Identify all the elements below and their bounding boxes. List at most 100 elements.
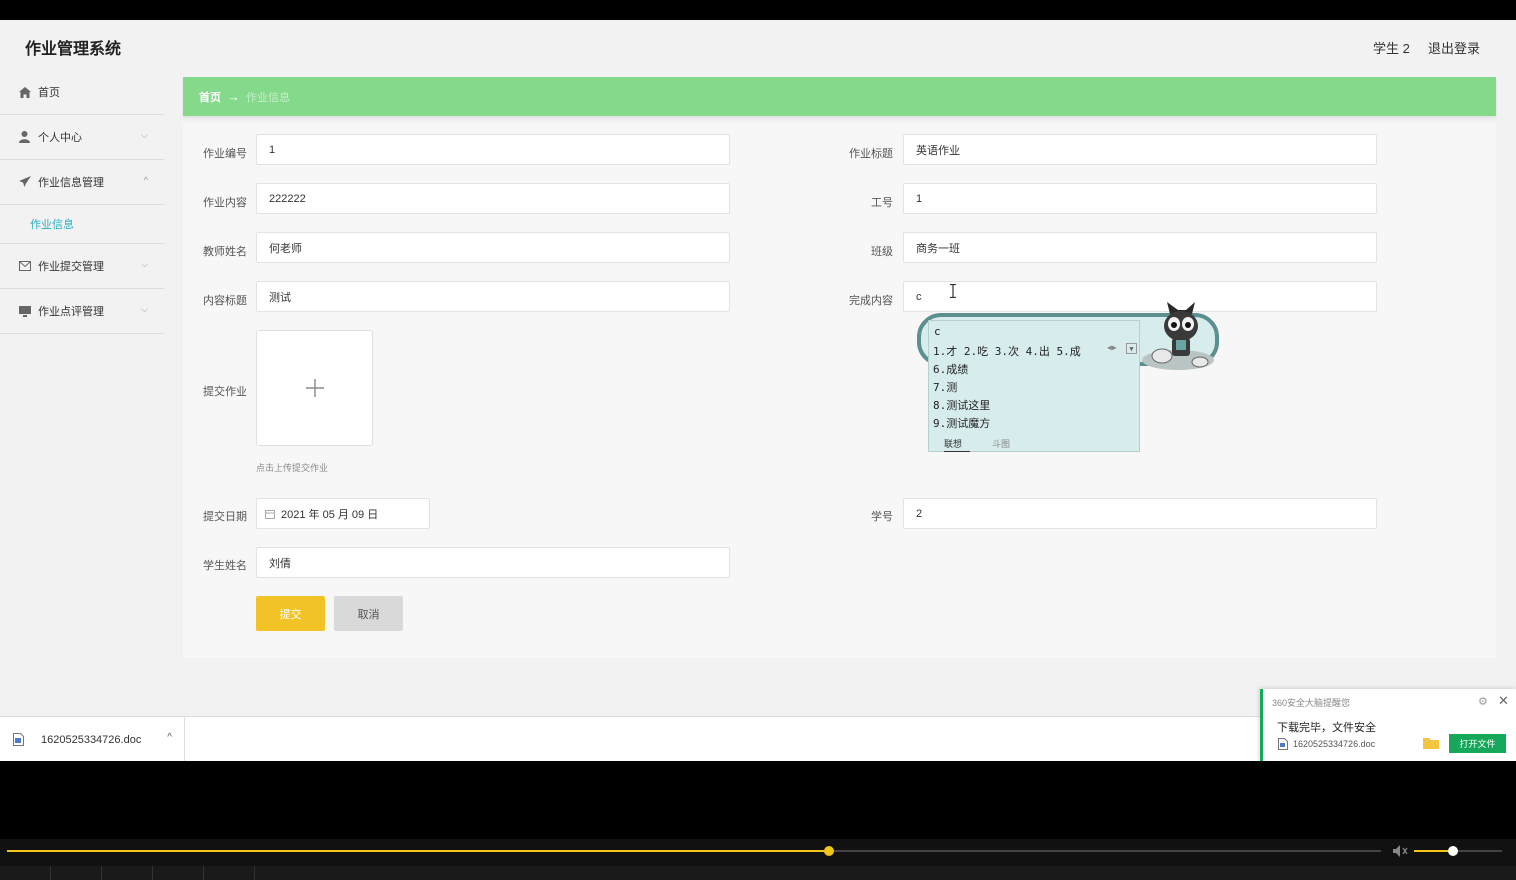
logout-link[interactable]: 退出登录 bbox=[1428, 38, 1480, 57]
submit-date-value: 2021 年 05 月 09 日 bbox=[281, 508, 379, 521]
hw-content-input[interactable]: 222222 bbox=[256, 183, 730, 214]
mail-icon bbox=[18, 260, 31, 273]
chevron-down-icon: ⌵ bbox=[141, 259, 148, 269]
browser-viewport: 作业管理系统 学生 2 退出登录 首页 个人中心 ⌵ 作业信息管理 ^ 作业信息… bbox=[0, 20, 1516, 761]
breadcrumb: 首页 → 作业信息 bbox=[183, 77, 1496, 116]
toolbar-slot[interactable] bbox=[102, 866, 153, 880]
hw-title-input[interactable]: 英语作业 bbox=[903, 134, 1377, 165]
download-filename: 1620525334726.doc bbox=[41, 733, 142, 746]
ime-page-arrows-icon[interactable]: ◀▶ bbox=[1107, 343, 1117, 352]
ime-candidate[interactable]: 6.成绩 bbox=[933, 361, 968, 377]
sidebar-item-submission-mgmt[interactable]: 作业提交管理 ⌵ bbox=[0, 244, 164, 289]
homework-form: 作业编号 1 作业标题 英语作业 作业内容 222222 工号 1 教师姓名 何… bbox=[183, 123, 1496, 658]
hw-no-input[interactable]: 1 bbox=[256, 134, 730, 165]
close-icon[interactable]: ✕ bbox=[1498, 693, 1509, 709]
player-toolbar bbox=[0, 866, 1516, 880]
download-item[interactable]: 1620525334726.doc ^ bbox=[0, 717, 185, 761]
home-icon bbox=[18, 86, 31, 99]
done-content-label: 完成内容 bbox=[849, 295, 893, 307]
ime-mascot-icon bbox=[1142, 302, 1214, 370]
student-no-input[interactable]: 2 bbox=[903, 498, 1377, 529]
toolbar-slot[interactable] bbox=[153, 866, 204, 880]
security-notification: 360安全大脑提醒您 ⚙ ✕ 下载完毕，文件安全 1620525334726.d… bbox=[1260, 689, 1516, 761]
ime-tab-lianxiang[interactable]: 联想 bbox=[944, 437, 971, 452]
upload-box[interactable] bbox=[256, 330, 373, 446]
sidebar-item-label: 作业点评管理 bbox=[38, 306, 104, 318]
sidebar-item-personal-center[interactable]: 个人中心 ⌵ bbox=[0, 115, 164, 160]
screen: 作业管理系统 学生 2 退出登录 首页 个人中心 ⌵ 作业信息管理 ^ 作业信息… bbox=[0, 0, 1516, 880]
toolbar-slot[interactable] bbox=[204, 866, 255, 880]
doc-file-icon bbox=[13, 733, 24, 746]
breadcrumb-arrow: → bbox=[227, 89, 240, 104]
sidebar-item-label: 首页 bbox=[38, 87, 60, 99]
sidebar-item-homework-info-mgmt[interactable]: 作业信息管理 ^ bbox=[0, 160, 164, 205]
staff-no-input[interactable]: 1 bbox=[903, 183, 1377, 214]
ime-tabs: 联想 斗图 bbox=[929, 433, 1139, 452]
volume-slider[interactable] bbox=[1414, 846, 1502, 856]
ime-candidate[interactable]: 9.测试魔方 bbox=[933, 415, 990, 431]
hw-content-label: 作业内容 bbox=[203, 197, 247, 209]
sidebar-item-home[interactable]: 首页 bbox=[0, 70, 164, 115]
sidebar-item-review-mgmt[interactable]: 作业点评管理 ⌵ bbox=[0, 289, 164, 334]
submit-button[interactable]: 提交 bbox=[256, 596, 325, 631]
sidebar-subitem-homework-info[interactable]: 作业信息 bbox=[0, 205, 164, 244]
hw-no-label: 作业编号 bbox=[203, 148, 247, 160]
class-input[interactable]: 商务一班 bbox=[903, 232, 1377, 263]
ime-tab-doutu[interactable]: 斗图 bbox=[992, 437, 1010, 450]
seek-progress bbox=[7, 850, 829, 852]
content-title-label: 内容标题 bbox=[203, 295, 247, 307]
staff-no-label: 工号 bbox=[871, 197, 893, 209]
submit-date-picker[interactable]: 2021 年 05 月 09 日 bbox=[256, 498, 430, 529]
teacher-input[interactable]: 何老师 bbox=[256, 232, 730, 263]
ime-candidate[interactable]: 8.测试这里 bbox=[933, 397, 990, 413]
top-header: 作业管理系统 学生 2 退出登录 bbox=[0, 20, 1516, 70]
volume-handle[interactable] bbox=[1447, 846, 1458, 856]
folder-icon[interactable] bbox=[1423, 736, 1439, 749]
sidebar-nav: 首页 个人中心 ⌵ 作业信息管理 ^ 作业信息 作业提交管理 ⌵ 作业点评管理 … bbox=[0, 70, 164, 716]
ime-candidate[interactable]: 7.测 bbox=[933, 379, 957, 395]
video-player-bar bbox=[0, 839, 1516, 880]
ime-expand-icon[interactable]: ▼ bbox=[1126, 343, 1137, 354]
toolbar-slot[interactable] bbox=[0, 866, 51, 880]
ime-composition: c bbox=[934, 325, 941, 338]
breadcrumb-home[interactable]: 首页 bbox=[199, 89, 221, 105]
notification-message: 下载完毕，文件安全 bbox=[1277, 722, 1376, 734]
current-user: 学生 2 bbox=[1373, 41, 1410, 56]
notification-filename: 1620525334726.doc bbox=[1293, 739, 1376, 749]
send-icon bbox=[18, 176, 31, 189]
chevron-up-icon[interactable]: ^ bbox=[167, 732, 172, 743]
sidebar-item-label: 作业提交管理 bbox=[38, 261, 104, 273]
calendar-icon bbox=[265, 509, 275, 519]
chevron-down-icon: ⌵ bbox=[141, 304, 148, 314]
sidebar-item-label: 作业信息管理 bbox=[38, 177, 104, 189]
teacher-label: 教师姓名 bbox=[203, 246, 247, 258]
ime-candidate-panel: c 1.才 2.吃 3.次 4.出 5.成 ◀▶ ▼ 6.成绩 7.测 8.测试… bbox=[928, 320, 1140, 452]
notification-title: 360安全大脑提醒您 bbox=[1272, 698, 1351, 708]
seek-bar[interactable] bbox=[7, 846, 1381, 856]
student-name-label: 学生姓名 bbox=[203, 560, 247, 572]
upload-hint: 点击上传提交作业 bbox=[256, 463, 329, 473]
toolbar-slot[interactable] bbox=[51, 866, 102, 880]
user-icon bbox=[18, 131, 31, 144]
volume-icon[interactable] bbox=[1392, 844, 1408, 858]
open-file-button[interactable]: 打开文件 bbox=[1449, 734, 1506, 753]
chevron-up-icon: ^ bbox=[143, 175, 148, 185]
breadcrumb-current: 作业信息 bbox=[246, 91, 290, 104]
text-cursor-icon bbox=[950, 284, 956, 298]
plus-icon bbox=[305, 379, 324, 397]
submit-date-label: 提交日期 bbox=[203, 511, 247, 523]
class-label: 班级 bbox=[871, 246, 893, 258]
hw-title-label: 作业标题 bbox=[849, 148, 893, 160]
gear-icon[interactable]: ⚙ bbox=[1478, 695, 1488, 708]
sidebar-item-label: 个人中心 bbox=[38, 132, 82, 144]
monitor-icon bbox=[18, 305, 31, 318]
seek-handle[interactable] bbox=[823, 846, 834, 856]
content-title-input[interactable]: 测试 bbox=[256, 281, 730, 312]
doc-file-icon bbox=[1278, 738, 1288, 750]
student-name-input[interactable]: 刘倩 bbox=[256, 547, 730, 578]
student-no-label: 学号 bbox=[871, 511, 893, 523]
app-title: 作业管理系统 bbox=[25, 41, 122, 58]
upload-label: 提交作业 bbox=[203, 386, 247, 398]
cancel-button[interactable]: 取消 bbox=[334, 596, 403, 631]
ime-candidates-row[interactable]: 1.才 2.吃 3.次 4.出 5.成 bbox=[933, 343, 1081, 359]
